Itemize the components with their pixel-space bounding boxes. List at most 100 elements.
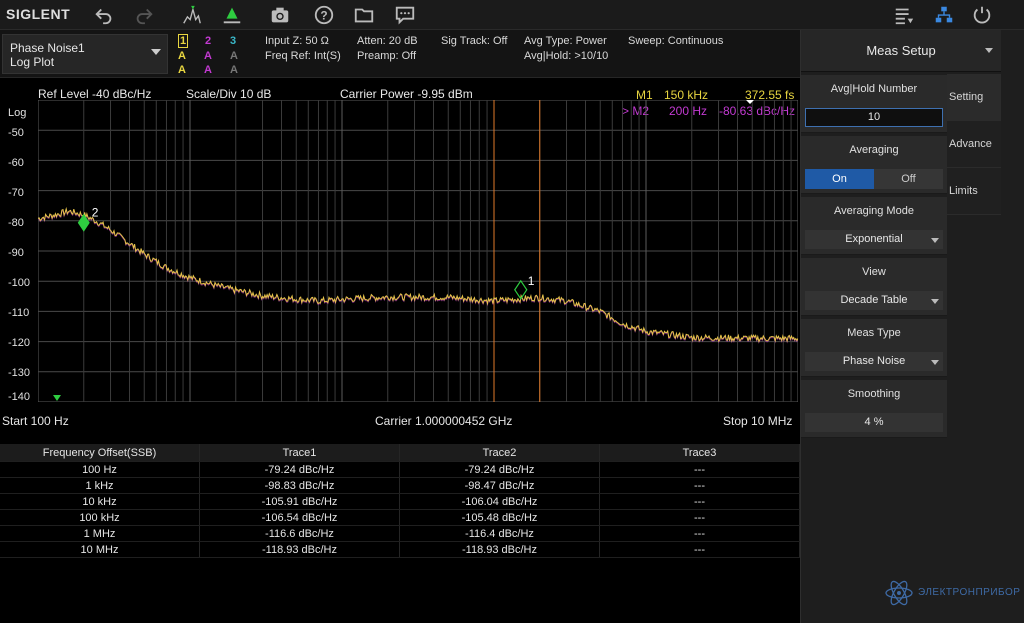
decade-table: Frequency Offset(SSB) Trace1 Trace2 Trac… <box>0 444 800 558</box>
undo-icon[interactable] <box>92 3 116 27</box>
table-cell: -106.54 dBc/Hz <box>200 510 400 525</box>
smoothing-label: Smoothing <box>847 388 901 400</box>
stop-frequency[interactable]: Stop 10 MHz <box>723 414 792 428</box>
svg-text:?: ? <box>320 9 327 23</box>
trace1-number[interactable]: 1 <box>178 34 189 48</box>
measurement-mode-select[interactable]: Phase Noise1 Log Plot <box>2 34 168 74</box>
y-tick: -130 <box>8 367 31 379</box>
table-row: 1 MHz -116.6 dBc/Hz -116.4 dBc/Hz --- <box>0 526 800 542</box>
trace2-number[interactable]: 2 <box>205 35 211 47</box>
table-cell: --- <box>600 478 800 493</box>
marker-to-center-icon[interactable] <box>220 3 244 27</box>
message-icon[interactable] <box>393 3 417 27</box>
table-row: 10 MHz -118.93 dBc/Hz -118.93 dBc/Hz --- <box>0 542 800 558</box>
table-cell: --- <box>600 542 800 557</box>
marker-peak-icon[interactable] <box>180 3 204 27</box>
column-header: Trace1 <box>200 444 400 461</box>
averaging-on-option[interactable]: On <box>805 169 874 189</box>
mode-line1: Phase Noise1 <box>10 41 85 55</box>
sweep-mode: Sweep: Continuous <box>628 35 724 47</box>
marker2-number: 2 <box>92 206 99 220</box>
table-cell: 1 MHz <box>0 526 200 541</box>
table-cell: -118.93 dBc/Hz <box>400 542 600 557</box>
y-scale-label: Log <box>8 107 27 119</box>
trace3-number[interactable]: 3 <box>230 35 236 47</box>
avg-hold-label: Avg|Hold Number <box>830 83 918 95</box>
table-cell: -79.24 dBc/Hz <box>200 462 400 477</box>
meas-setup-panel: Meas Setup Setting Advance Limits Avg|Ho… <box>800 30 1024 623</box>
siglent-logo: SIGLENT <box>6 6 71 22</box>
side-tabs: Setting Advance Limits <box>947 74 1001 215</box>
plot-area: Log -50 -60 -70 -80 -90 -100 -110 -120 -… <box>0 100 800 410</box>
avg-mode-select[interactable]: Exponential <box>805 230 943 249</box>
chevron-down-icon <box>931 238 939 243</box>
avg-mode-control: Averaging Mode Exponential <box>801 197 947 255</box>
table-cell: -98.83 dBc/Hz <box>200 478 400 493</box>
averaging-toggle[interactable]: On Off <box>805 169 943 189</box>
chevron-down-icon <box>151 49 161 55</box>
signal-track: Sig Track: Off <box>441 35 508 47</box>
meas-setup-title[interactable]: Meas Setup <box>801 30 1001 72</box>
table-cell: 1 kHz <box>0 478 200 493</box>
table-row: 100 kHz -106.54 dBc/Hz -105.48 dBc/Hz --… <box>0 510 800 526</box>
attenuation: Atten: 20 dB <box>357 35 418 47</box>
trace2-mode: A <box>204 50 212 62</box>
y-tick: -70 <box>8 187 24 199</box>
view-select[interactable]: Decade Table <box>805 291 943 310</box>
table-cell: -98.47 dBc/Hz <box>400 478 600 493</box>
table-cell: 10 MHz <box>0 542 200 557</box>
tab-setting[interactable]: Setting <box>947 74 1001 121</box>
meas-type-control: Meas Type Phase Noise <box>801 319 947 377</box>
y-axis-labels: Log -50 -60 -70 -80 -90 -100 -110 -120 -… <box>0 100 38 410</box>
y-tick: -120 <box>8 337 31 349</box>
ref-level: Ref Level -40 dBc/Hz <box>38 87 152 101</box>
preamp: Preamp: Off <box>357 50 417 62</box>
power-icon[interactable] <box>970 3 994 27</box>
carrier-frequency[interactable]: Carrier 1.000000452 GHz <box>375 414 512 428</box>
y-tick: -60 <box>8 157 24 169</box>
view-control: View Decade Table <box>801 258 947 316</box>
table-cell: -116.4 dBc/Hz <box>400 526 600 541</box>
marker1-number: 1 <box>528 274 535 288</box>
table-cell: 100 kHz <box>0 510 200 525</box>
atom-logo-icon <box>885 580 913 606</box>
avg-hold-control: Avg|Hold Number 10 <box>801 75 947 133</box>
table-cell: -105.48 dBc/Hz <box>400 510 600 525</box>
table-cell: 100 Hz <box>0 462 200 477</box>
folder-icon[interactable] <box>352 3 376 27</box>
mode-line2: Log Plot <box>10 55 55 69</box>
column-header: Trace3 <box>600 444 800 461</box>
tab-limits[interactable]: Limits <box>947 168 1001 215</box>
help-icon[interactable]: ? <box>312 3 336 27</box>
avg-hold-input[interactable]: 10 <box>805 108 943 127</box>
tab-advance[interactable]: Advance <box>947 121 1001 168</box>
watermark-text: ЭЛЕКТРОНПРИБОР <box>918 587 1021 598</box>
averaging-off-option[interactable]: Off <box>874 169 943 189</box>
table-cell: --- <box>600 526 800 541</box>
trace1-line <box>38 206 798 343</box>
marker-pointer-icon <box>746 100 754 104</box>
network-icon[interactable] <box>932 3 956 27</box>
view-value: Decade Table <box>840 294 908 306</box>
freq-ref: Freq Ref: Int(S) <box>265 50 341 62</box>
avg-type: Avg Type: Power <box>524 35 607 47</box>
trace2-detector: A <box>204 64 212 76</box>
table-row: 1 kHz -98.83 dBc/Hz -98.47 dBc/Hz --- <box>0 478 800 494</box>
table-cell: --- <box>600 494 800 509</box>
averaging-label: Averaging <box>849 144 899 156</box>
y-tick: -80 <box>8 217 24 229</box>
column-header: Frequency Offset(SSB) <box>0 444 200 461</box>
chevron-down-icon[interactable] <box>985 48 993 53</box>
start-frequency[interactable]: Start 100 Hz <box>2 414 69 428</box>
table-cell: --- <box>600 462 800 477</box>
plot-grid <box>38 100 798 402</box>
redo-icon[interactable] <box>132 3 156 27</box>
scale-div: Scale/Div 10 dB <box>186 87 272 101</box>
menu-list-icon[interactable] <box>892 3 916 27</box>
smoothing-value[interactable]: 4 % <box>805 413 943 432</box>
phase-noise-graph[interactable]: 21 <box>38 100 798 402</box>
table-cell: -105.91 dBc/Hz <box>200 494 400 509</box>
meas-type-select[interactable]: Phase Noise <box>805 352 943 371</box>
camera-icon[interactable] <box>268 3 292 27</box>
y-tick: -140 <box>8 391 31 403</box>
